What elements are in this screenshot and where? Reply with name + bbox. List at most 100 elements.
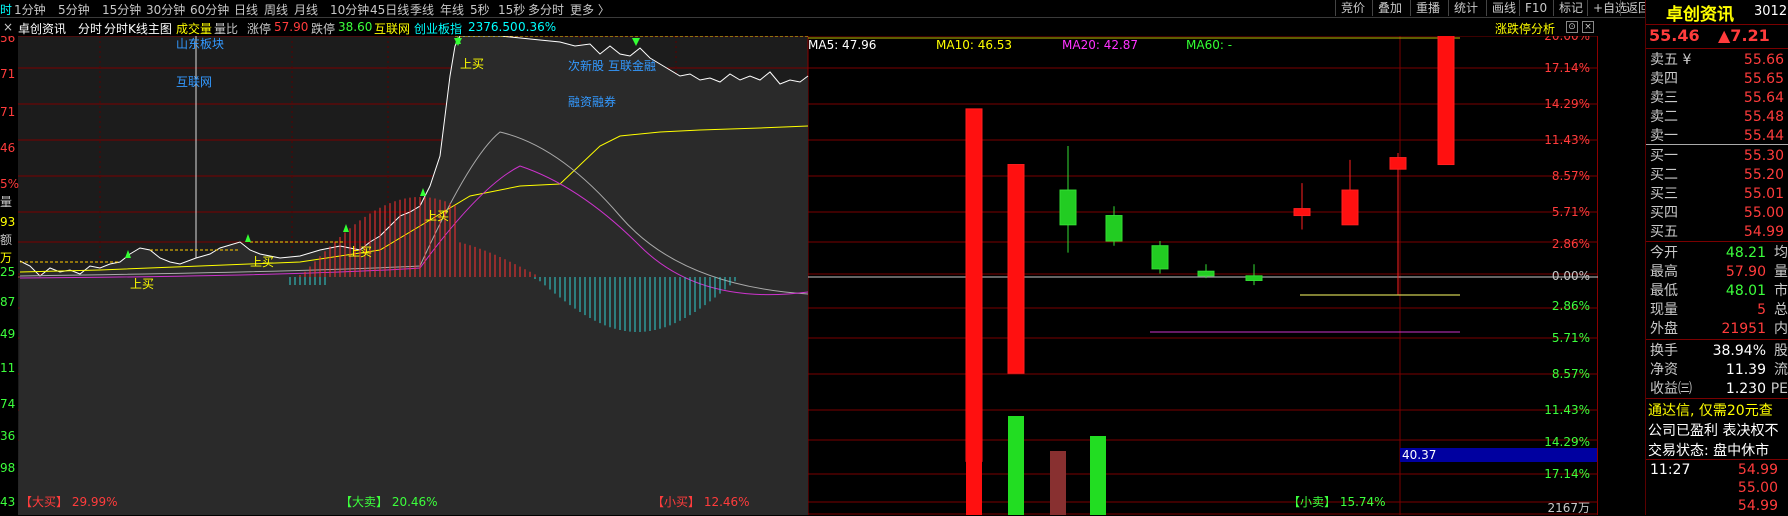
sell-level-1: 卖一 55.44 xyxy=(1650,126,1788,146)
sell-level-2-value: 55.48 xyxy=(1743,109,1784,125)
candle-body-10 xyxy=(1437,36,1455,166)
buy-level-4: 买四 55.00 xyxy=(1650,203,1788,223)
left-axis-label-11: 49 xyxy=(0,327,15,341)
indicator-volume[interactable]: 成交量 xyxy=(176,20,212,37)
sell-level-1-value: 55.44 xyxy=(1743,128,1784,144)
mode-intraday[interactable]: 分时 xyxy=(78,20,102,37)
toolbar-btn-4[interactable]: 画线 xyxy=(1486,0,1521,16)
quote-change: ▲7.21 xyxy=(1718,26,1770,45)
indicator-volume-ratio[interactable]: 量比 xyxy=(214,20,238,37)
buy-level-2-label: 买二 xyxy=(1650,167,1678,183)
period-16[interactable]: 更多 〉 xyxy=(570,1,610,18)
index-label[interactable]: 创业板指 xyxy=(414,20,462,37)
volume-bar-1 xyxy=(1008,416,1024,515)
right-border xyxy=(1597,36,1598,515)
right-axis-label-13: 17.14% xyxy=(1544,467,1590,481)
period-4[interactable]: 30分钟 xyxy=(146,1,185,18)
tick-price: 55.00 xyxy=(1737,480,1778,496)
period-10[interactable]: 45日线 xyxy=(370,1,409,18)
stat-2-extra: 市 xyxy=(1774,283,1788,299)
right-axis-label-5: 5.71% xyxy=(1552,205,1590,219)
left-axis-label-9: 25 xyxy=(0,265,15,279)
ad-banner[interactable]: 通达信, 仅需20元查 xyxy=(1648,400,1773,420)
flow-tag-small-sell: 【小卖】 15.74% xyxy=(1288,495,1386,509)
candle-body-3 xyxy=(1105,215,1123,242)
trade-status: 交易状态: 盘中休市 xyxy=(1648,443,1770,459)
mode-intraday-kline[interactable]: 分时K线主图 xyxy=(104,20,172,37)
stat-0-label: 今开 xyxy=(1650,245,1678,261)
right-axis-label-2: 14.29% xyxy=(1544,97,1590,111)
left-axis-label-2: 71 xyxy=(0,105,15,119)
stock-name: 卓创资讯 xyxy=(18,22,67,36)
limit-analysis-tab[interactable]: 涨跌停分析 xyxy=(1495,20,1555,37)
close-panel-icon[interactable]: × xyxy=(1582,21,1594,33)
sell-level-5: 卖五 ¥ 55.66 xyxy=(1650,50,1788,70)
buy-level-2: 买二 55.20 xyxy=(1650,165,1788,185)
candle-body-1 xyxy=(1007,164,1025,374)
buy-signal-label-1: 上买 xyxy=(250,255,274,269)
period-9[interactable]: 10分钟 xyxy=(330,1,369,18)
chart-area[interactable]: 56 71 71 46 5% 量 93 额万25 87 49 11 74 36 98 43 20.00% 17.… xyxy=(0,36,1598,515)
period-14[interactable]: 15秒 xyxy=(498,1,525,18)
right-axis-label-4: 8.57% xyxy=(1552,169,1590,183)
period-0[interactable]: 时 xyxy=(0,1,12,18)
stat-3-extra: 总 xyxy=(1774,302,1788,318)
buy-level-3: 买三 55.01 xyxy=(1650,184,1788,204)
period-15[interactable]: 多分时 xyxy=(528,1,564,18)
sell-level-4-value: 55.65 xyxy=(1743,71,1784,87)
buy-level-1-label: 买一 xyxy=(1650,148,1678,164)
left-axis-label-13: 74 xyxy=(0,397,15,411)
candle-body-4 xyxy=(1151,245,1169,270)
period-5[interactable]: 60分钟 xyxy=(190,1,229,18)
stat2-0-label: 换手 xyxy=(1650,343,1678,359)
flow-tag-1: 【大卖】 20.46% xyxy=(340,495,438,509)
toolbar-btn-5[interactable]: F10 xyxy=(1519,0,1552,16)
toolbar-btn-0[interactable]: 竞价 xyxy=(1335,0,1370,16)
period-11[interactable]: 季线 xyxy=(410,1,434,18)
period-12[interactable]: 年线 xyxy=(440,1,464,18)
toolbar-btn-3[interactable]: 统计 xyxy=(1448,0,1483,16)
stat-1-value: 57.90 xyxy=(1725,264,1766,280)
buy-level-1: 买一 55.30 xyxy=(1650,146,1788,166)
settings-icon[interactable]: ⊙ xyxy=(1566,21,1578,33)
period-6[interactable]: 日线 xyxy=(234,1,258,18)
candle-body-6 xyxy=(1245,275,1263,281)
left-axis-label-1: 71 xyxy=(0,67,15,81)
right-axis-label-8: 2.86% xyxy=(1552,299,1590,313)
candle-body-2 xyxy=(1059,189,1077,226)
period-7[interactable]: 周线 xyxy=(264,1,288,18)
toolbar-btn-1[interactable]: 叠加 xyxy=(1372,0,1407,16)
buy-level-5: 买五 54.99 xyxy=(1650,222,1788,242)
period-2[interactable]: 5分钟 xyxy=(58,1,90,18)
axis-highlight-value: 40.37 xyxy=(1402,448,1436,462)
tick-row: 55.00 xyxy=(1650,478,1788,498)
period-8[interactable]: 月线 xyxy=(294,1,318,18)
close-icon[interactable]: × xyxy=(3,20,13,34)
stat2-1-label: 净资 xyxy=(1650,362,1678,378)
sell-level-1-label: 卖一 xyxy=(1650,128,1678,144)
period-3[interactable]: 15分钟 xyxy=(102,1,141,18)
stat-4-value: 21951 xyxy=(1721,321,1766,337)
toolbar-btn-6[interactable]: 标记 xyxy=(1553,0,1588,16)
stat-3-value: 5 xyxy=(1757,302,1766,318)
buy-level-3-label: 买三 xyxy=(1650,186,1678,202)
stat2-1: 流 净资 11.39 xyxy=(1650,360,1788,380)
quote-stock-code: 30129 xyxy=(1754,4,1788,19)
stat-3: 总 现量 5 xyxy=(1650,300,1788,320)
right-axis-label-11: 11.43% xyxy=(1544,403,1590,417)
period-13[interactable]: 5秒 xyxy=(470,1,490,18)
toolbar-btn-2[interactable]: 重播 xyxy=(1410,0,1445,16)
period-1[interactable]: 1分钟 xyxy=(14,1,46,18)
quote-panel: 卓创资讯 30129 55.46 ▲7.21 通达信, 仅需20元查 公司已盈利… xyxy=(1645,0,1788,515)
sell-level-5-label: 卖五 ¥ xyxy=(1650,52,1692,68)
stat-4: 内 外盘 21951 xyxy=(1650,319,1788,339)
volume-bar-2 xyxy=(1050,451,1066,515)
stat-4-label: 外盘 xyxy=(1650,321,1678,337)
sell-level-2: 卖二 55.48 xyxy=(1650,107,1788,127)
buy-level-1-value: 55.30 xyxy=(1743,148,1784,164)
sector-tag[interactable]: 互联网 xyxy=(374,20,410,37)
right-axis-label-6: 2.86% xyxy=(1552,237,1590,251)
limit-up-label: 涨停 xyxy=(247,22,272,36)
stat2-0-extra: 股 xyxy=(1774,343,1788,359)
tick-price: 54.99 xyxy=(1737,498,1778,514)
